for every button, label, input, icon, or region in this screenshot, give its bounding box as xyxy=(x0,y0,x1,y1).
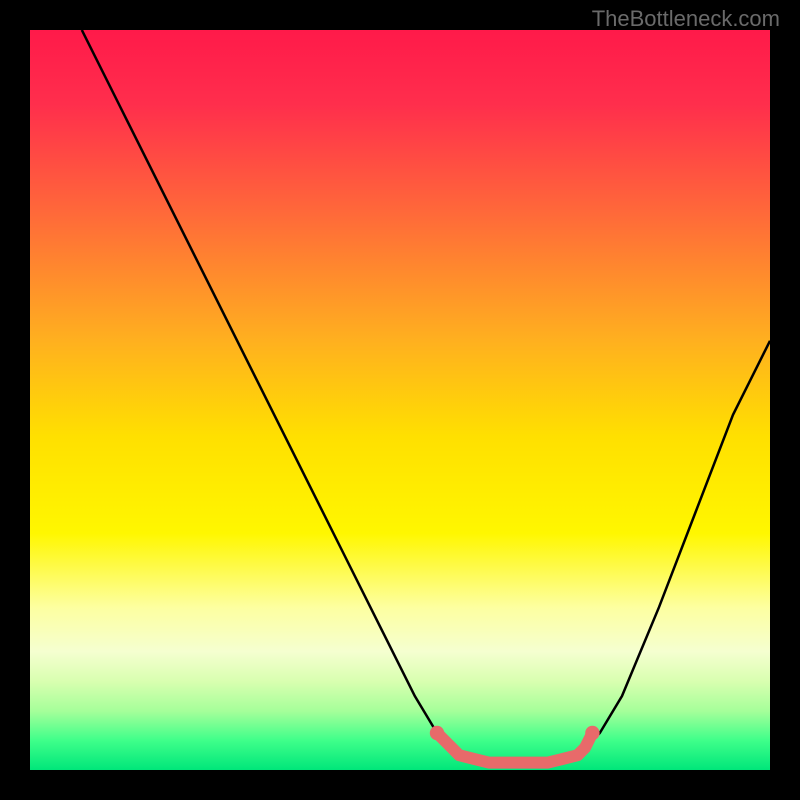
bottleneck-chart xyxy=(30,30,770,770)
gradient-background xyxy=(30,30,770,770)
highlight-dot xyxy=(430,726,444,740)
watermark-text: TheBottleneck.com xyxy=(592,6,780,32)
chart-frame xyxy=(30,30,770,770)
highlight-dot xyxy=(585,726,599,740)
